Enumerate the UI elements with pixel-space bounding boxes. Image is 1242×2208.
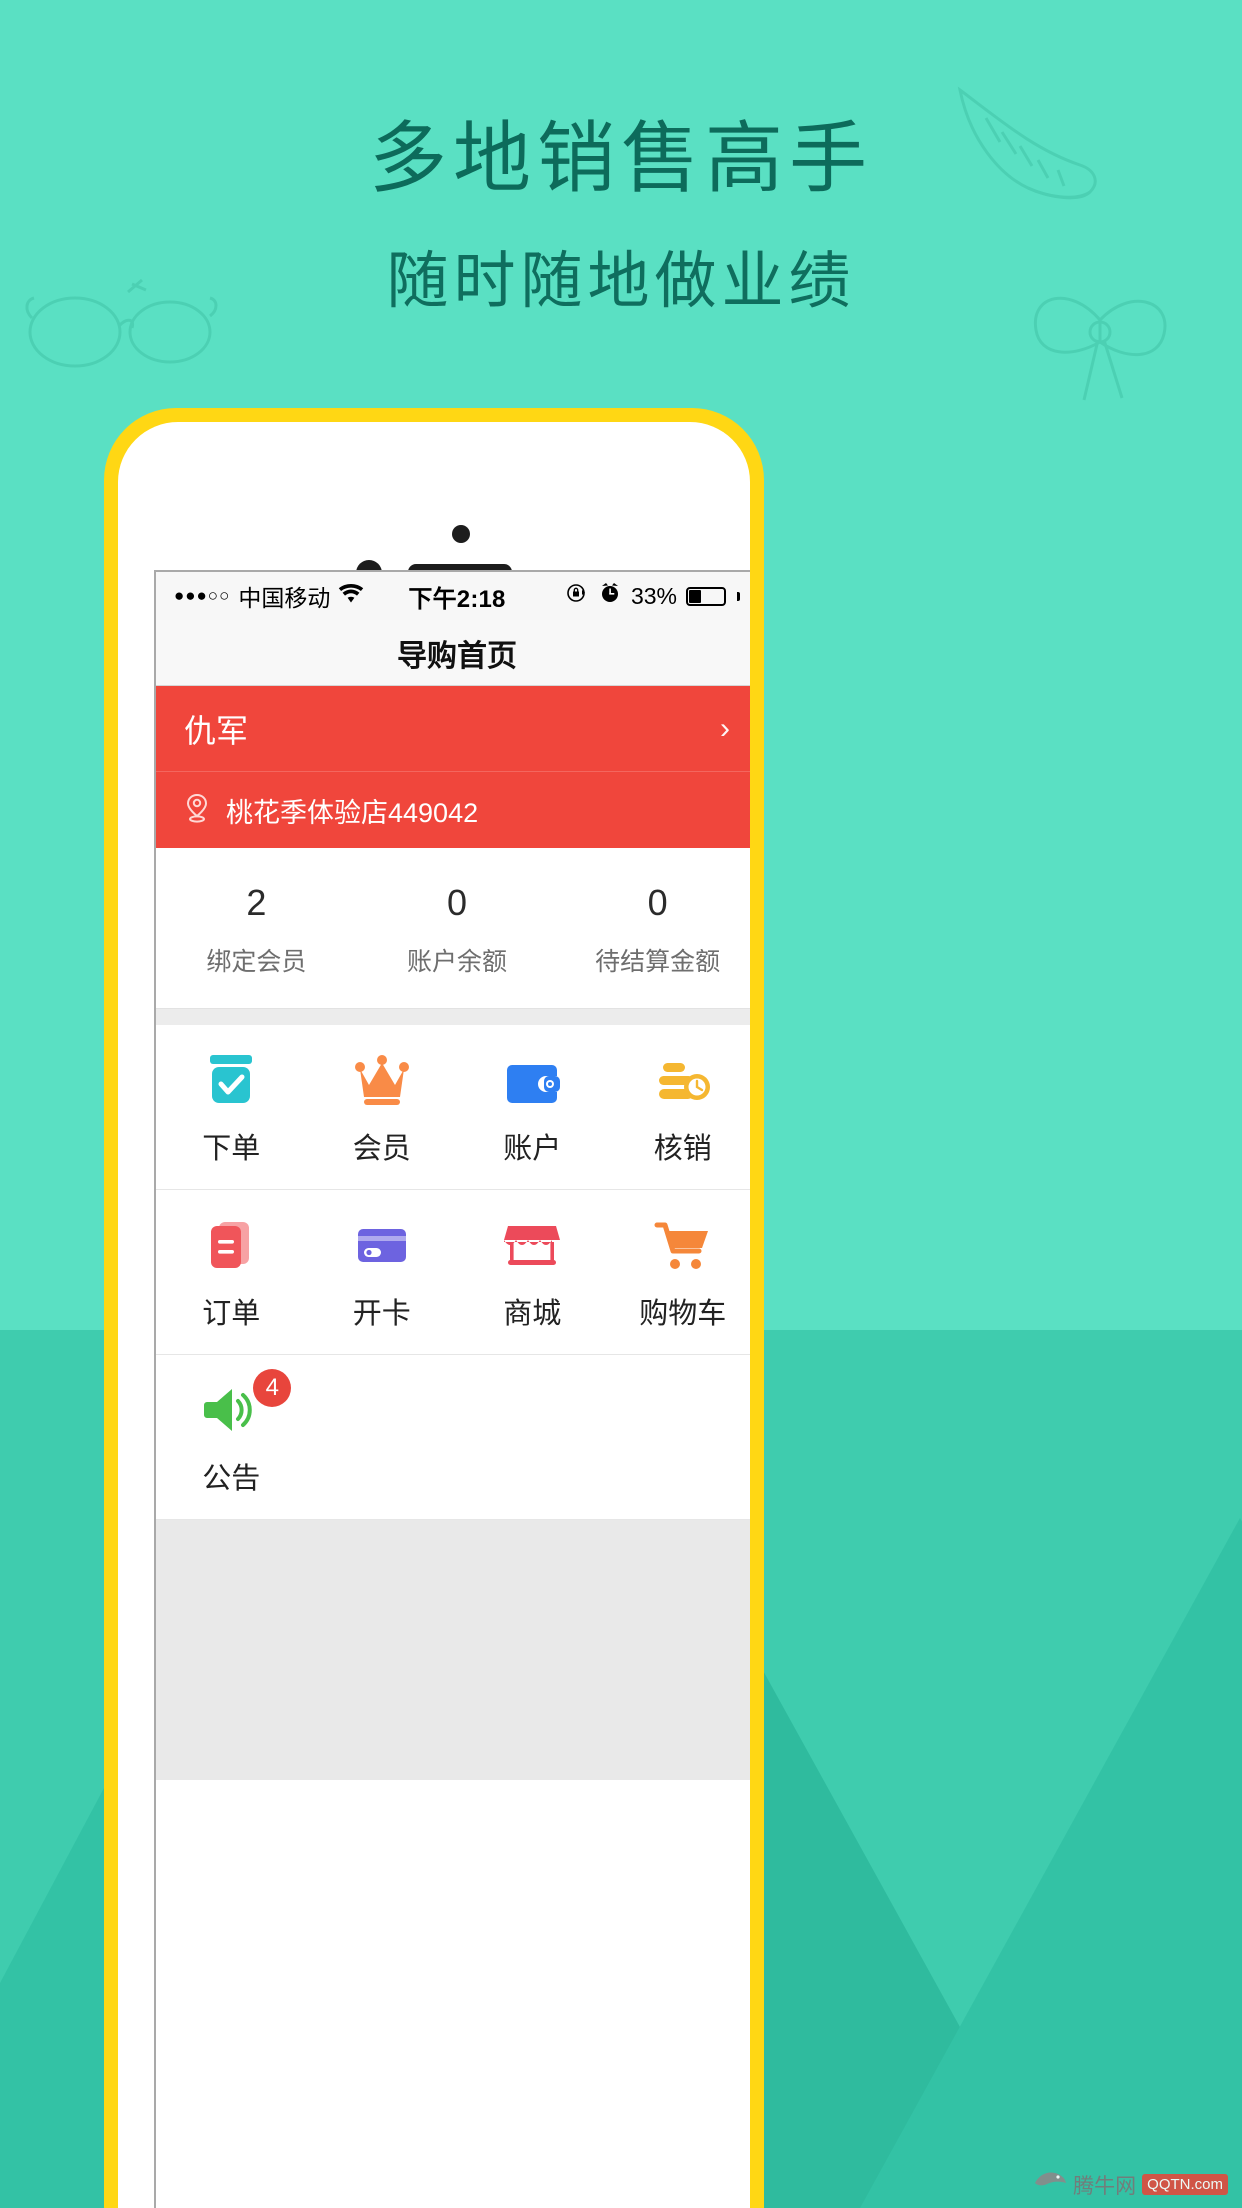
promo-headline: 多地销售高手 [368,114,873,202]
menu-grid-row-2: 订单 开卡 商城 购物车 [156,1190,750,1355]
coins-clock-icon [653,1051,713,1109]
checkbox-jar-icon [201,1051,261,1109]
menu-item-label: 公告 [202,1463,261,1495]
alarm-clock-icon [598,581,622,611]
stat-value: 2 [246,882,267,923]
documents-icon [201,1216,261,1274]
stat-label: 账户余额 [407,948,508,976]
phone-mockup: ●●●○○ 中国移动 下午2:18 33% 导购首页 仇军 › 桃花季体验店44… [104,408,764,2208]
menu-grid-row-3: 4 公告 [156,1355,750,1520]
watermark: 腾牛网 QQTN.com [1033,2169,1228,2200]
stat-account-balance[interactable]: 0 账户余额 [357,882,558,978]
user-card[interactable]: 仇军 › 桃花季体验店449042 [156,686,750,848]
menu-item-orders[interactable]: 订单 [156,1216,307,1332]
card-icon [352,1216,412,1274]
menu-item-label: 下单 [202,1133,261,1165]
menu-item-label: 购物车 [639,1298,727,1330]
phone-body: ●●●○○ 中国移动 下午2:18 33% 导购首页 仇军 › 桃花季体验店44… [118,422,750,2208]
background-mountain-right [860,1518,1242,2208]
promo-subheadline: 随时随地做业绩 [386,246,856,316]
promo-headline-block: 多地销售高手 随时随地做业绩 [0,110,1242,320]
status-bar-left: ●●●○○ 中国移动 [174,579,408,613]
menu-item-label: 开卡 [352,1298,411,1330]
stat-label: 绑定会员 [206,948,307,976]
menu-item-open-card[interactable]: 开卡 [307,1216,458,1332]
battery-icon [686,586,726,606]
menu-grid-row-1: 下单 会员 账户 核销 [156,1025,750,1190]
storefront-icon [502,1216,562,1274]
menu-item-label: 核销 [653,1133,712,1165]
shopping-cart-icon [653,1216,713,1274]
watermark-bird-icon [1033,2169,1067,2200]
menu-item-label: 商城 [503,1298,562,1330]
watermark-text: 腾牛网 [1073,2174,1137,2198]
chevron-right-icon[interactable]: › [720,712,730,746]
stat-bound-members[interactable]: 2 绑定会员 [156,882,357,978]
store-row[interactable]: 桃花季体验店449042 [156,772,750,848]
watermark-badge: QQTN.com [1142,2174,1228,2195]
menu-item-account[interactable]: 账户 [457,1051,608,1167]
phone-speaker-row [118,482,750,586]
wifi-icon [338,583,364,610]
stat-pending-settlement[interactable]: 0 待结算金额 [557,882,750,978]
menu-item-mall[interactable]: 商城 [457,1216,608,1332]
status-bar-time: 下午2:18 [408,585,506,613]
store-name: 桃花季体验店449042 [226,797,479,828]
nav-bar: 导购首页 [156,620,750,686]
carrier-label: 中国移动 [238,585,331,611]
signal-strength-icon: ●●●○○ [174,586,231,605]
wallet-icon [502,1051,562,1109]
crown-icon [352,1051,412,1109]
section-divider [156,1009,750,1025]
menu-item-cart[interactable]: 购物车 [608,1216,751,1332]
battery-percent-label: 33% [630,582,677,609]
screen-bottom-filler [156,1520,750,1780]
menu-item-redeem[interactable]: 核销 [608,1051,751,1167]
menu-item-label: 会员 [352,1133,411,1165]
stat-value: 0 [446,882,468,923]
stats-row: 2 绑定会员 0 账户余额 0 待结算金额 [156,848,750,1009]
menu-item-member[interactable]: 会员 [307,1051,458,1167]
status-bar: ●●●○○ 中国移动 下午2:18 33% [156,572,750,620]
phone-proximity-sensor-icon [452,525,470,543]
menu-item-announcement[interactable]: 4 公告 [156,1369,307,1497]
battery-cap-icon [737,591,740,601]
stat-label: 待结算金额 [595,948,721,976]
megaphone-icon: 4 [201,1369,292,1439]
menu-item-label: 账户 [503,1133,562,1165]
user-profile-row[interactable]: 仇军 › [156,686,750,772]
phone-screen: ●●●○○ 中国移动 下午2:18 33% 导购首页 仇军 › 桃花季体验店44… [154,570,750,2208]
location-pin-icon [184,792,210,829]
status-bar-right: 33% [506,581,740,611]
notification-badge: 4 [253,1369,292,1407]
page-title: 导购首页 [397,639,517,673]
menu-item-order-create[interactable]: 下单 [156,1051,307,1167]
stat-value: 0 [647,882,668,923]
user-name: 仇军 [184,712,249,749]
rotation-lock-icon [565,581,589,611]
menu-item-label: 订单 [202,1298,261,1330]
